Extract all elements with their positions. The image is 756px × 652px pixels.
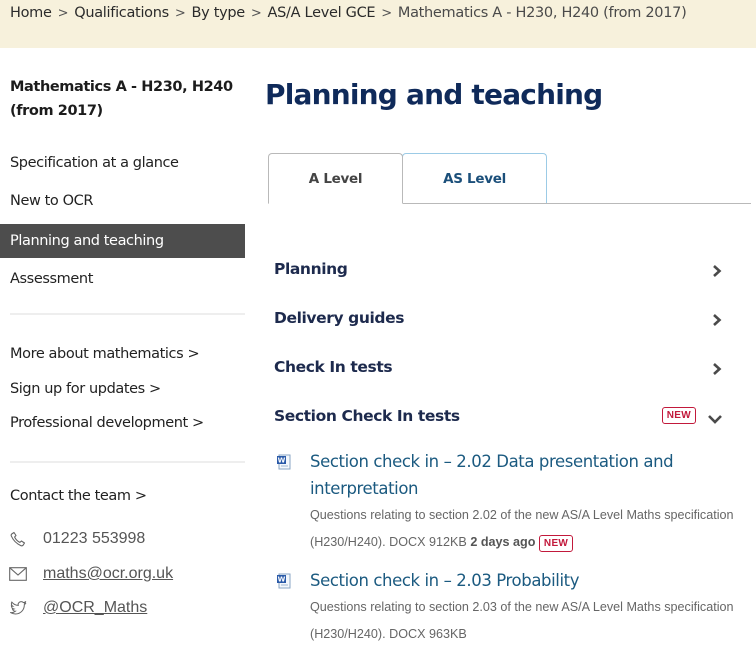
twitter-icon (8, 598, 28, 618)
contact-the-team-link[interactable]: Contact the team > (10, 488, 147, 504)
breadcrumb-as-a-level-gce[interactable]: AS/A Level GCE (268, 5, 376, 21)
sidebar-item-new-to-ocr[interactable]: New to OCR (0, 184, 245, 222)
tab-as-level[interactable]: AS Level (402, 153, 547, 203)
document-filetype: DOCX (389, 627, 426, 641)
document-description: Questions relating to section 2.02 of th… (310, 502, 744, 556)
professional-development-link[interactable]: Professional development > (10, 409, 204, 444)
breadcrumb: Home > Qualifications > By type > AS/A Level G… (10, 5, 687, 21)
breadcrumb-qualifications[interactable]: Qualifications (74, 5, 169, 21)
breadcrumb-current: Mathematics A - H230, H240 (from 2017) (397, 5, 687, 21)
new-badge: NEW (538, 535, 574, 552)
twitter-link[interactable]: @OCR_Maths (43, 599, 147, 617)
resource-accordion: Planning Delivery guides Check In tests … (274, 250, 734, 446)
chevron-right-icon (713, 265, 722, 277)
document-link[interactable]: Section check in – 2.02 Data presentatio… (310, 448, 744, 502)
breadcrumb-separator: > (250, 6, 262, 21)
document-updated: 2 days ago (470, 535, 536, 549)
accordion-item-check-in-tests[interactable]: Check In tests (274, 348, 734, 397)
level-tabs: A Level AS Level (268, 153, 751, 204)
chevron-right-icon (713, 363, 722, 375)
accordion-label: Section Check In tests (274, 407, 460, 425)
sidebar-item-specification[interactable]: Specification at a glance (0, 146, 245, 184)
sidebar-item-planning-and-teaching[interactable]: Planning and teaching (0, 224, 245, 258)
more-about-mathematics-link[interactable]: More about mathematics > (10, 340, 204, 375)
breadcrumb-separator: > (381, 6, 392, 21)
document-description: Questions relating to section 2.03 of th… (310, 594, 744, 648)
accordion-label: Planning (274, 260, 348, 278)
sidebar-divider (10, 313, 245, 315)
accordion-item-delivery-guides[interactable]: Delivery guides (274, 299, 734, 348)
breadcrumb-bar: Home > Qualifications > By type > AS/A Level G… (0, 0, 756, 48)
document-item: W Section check in – 2.03 Probability Qu… (274, 567, 744, 648)
breadcrumb-separator: > (57, 6, 69, 21)
accordion-label: Check In tests (274, 358, 393, 376)
document-size: 912KB (429, 535, 467, 549)
accordion-item-planning[interactable]: Planning (274, 250, 734, 299)
sidebar-title: Mathematics A - H230, H240 (from 2017) (10, 79, 233, 119)
document-link[interactable]: Section check in – 2.03 Probability (310, 567, 744, 594)
email-link[interactable]: maths@ocr.org.uk (43, 565, 173, 583)
sign-up-for-updates-link[interactable]: Sign up for updates > (10, 375, 204, 410)
chevron-right-icon (713, 314, 722, 326)
page-title: Planning and teaching (265, 78, 603, 111)
document-item: W Section check in – 2.02 Data presentat… (274, 448, 744, 556)
document-summary: Questions relating to section 2.03 of th… (310, 600, 734, 641)
accordion-item-section-check-in-tests[interactable]: Section Check In tests NEW (274, 397, 734, 446)
document-list: W Section check in – 2.02 Data presentat… (274, 448, 744, 648)
sidebar-divider (10, 461, 245, 463)
sidebar-nav: Specification at a glance New to OCR Pla… (0, 146, 245, 300)
chevron-down-icon (708, 415, 722, 424)
phone-number: 01223 553998 (43, 530, 146, 547)
breadcrumb-by-type[interactable]: By type (191, 5, 245, 21)
new-badge: NEW (661, 407, 696, 424)
breadcrumb-home[interactable]: Home (10, 5, 52, 21)
contact-twitter: @OCR_Maths (8, 596, 147, 620)
email-icon (8, 564, 28, 584)
svg-text:W: W (278, 576, 286, 584)
accordion-label: Delivery guides (274, 309, 405, 327)
contact-email: maths@ocr.org.uk (8, 562, 173, 586)
contact-phone: 01223 553998 (8, 527, 145, 551)
document-size: 963KB (429, 627, 467, 641)
tab-a-level[interactable]: A Level (268, 153, 403, 204)
word-document-icon: W (276, 454, 292, 470)
breadcrumb-separator: > (174, 6, 186, 21)
word-document-icon: W (276, 573, 292, 589)
document-filetype: DOCX (389, 535, 426, 549)
phone-icon (8, 529, 28, 549)
sidebar-item-assessment[interactable]: Assessment (0, 262, 245, 300)
svg-text:W: W (278, 457, 286, 465)
sidebar-links: More about mathematics > Sign up for upd… (10, 340, 204, 444)
